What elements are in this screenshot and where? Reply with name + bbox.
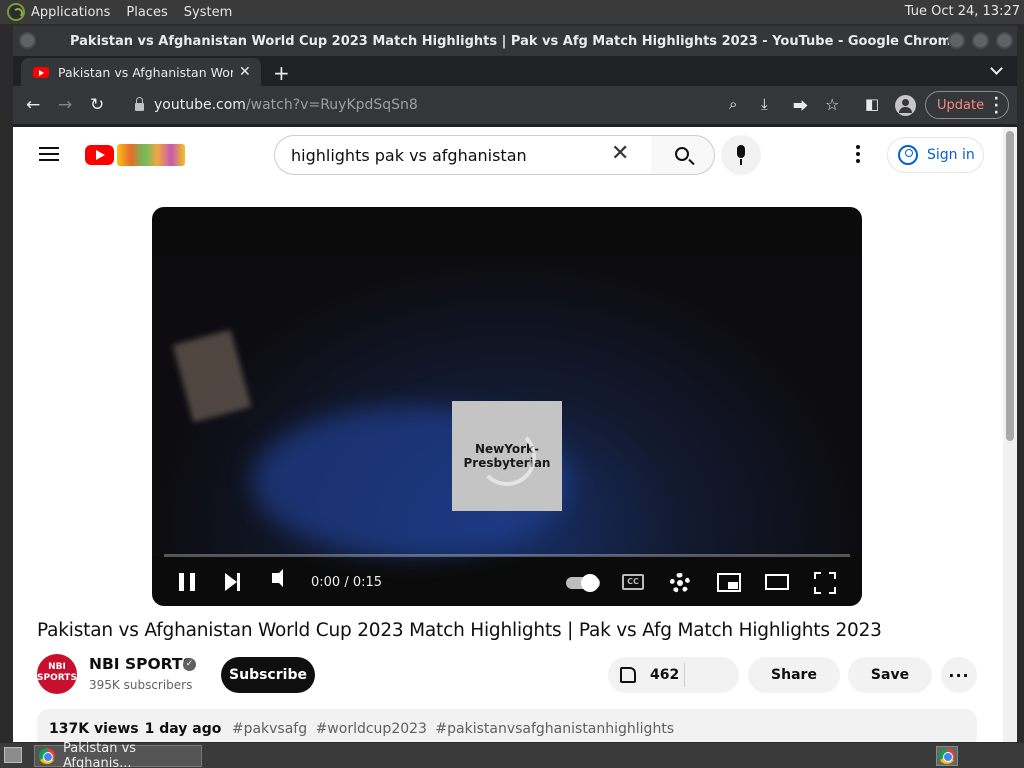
distro-logo-icon[interactable]: [7, 3, 25, 21]
tray-chrome-launcher[interactable]: [936, 746, 958, 766]
next-video-icon[interactable]: [225, 573, 240, 591]
like-dislike-divider: [684, 663, 685, 687]
captions-icon[interactable]: CC: [622, 574, 644, 590]
video-frame[interactable]: NewYork-Presbyterian: [152, 256, 862, 556]
menu-places[interactable]: Places: [126, 5, 167, 20]
settings-gear-icon[interactable]: [670, 573, 690, 593]
url-host: youtube.com: [154, 97, 246, 113]
menu-applications[interactable]: Applications: [31, 5, 110, 20]
subscriber-count: 395K subscribers: [89, 678, 193, 692]
subscribe-button[interactable]: Subscribe: [221, 657, 315, 693]
window-titlebar[interactable]: Pakistan vs Afghanistan World Cup 2023 M…: [13, 26, 1017, 56]
theater-mode-icon[interactable]: [765, 574, 789, 590]
reload-icon[interactable]: ↻: [90, 95, 104, 115]
youtube-page: highlights pak vs afghanistan ✕ Sign in …: [13, 127, 1017, 742]
youtube-doodle[interactable]: [117, 144, 185, 166]
hamburger-menu-icon[interactable]: [39, 147, 59, 161]
show-desktop-icon[interactable]: [4, 747, 22, 763]
share-icon[interactable]: ⮕: [793, 95, 808, 116]
taskbar-window-label: Pakistan vs Afghanis...: [63, 741, 137, 768]
progress-bar[interactable]: [164, 554, 850, 557]
install-app-icon[interactable]: ⤓: [761, 95, 768, 113]
taskbar-window-button[interactable]: Pakistan vs Afghanis...: [34, 741, 202, 768]
loading-spinner-icon: [478, 428, 536, 486]
scrollbar-thumb[interactable]: [1006, 131, 1014, 441]
lock-icon[interactable]: [135, 97, 144, 111]
miniplayer-icon[interactable]: [717, 573, 741, 592]
chrome-icon: [39, 748, 55, 764]
channel-avatar[interactable]: NBI SPORTS: [37, 654, 77, 694]
pause-icon[interactable]: [179, 573, 195, 591]
tab-strip: Pakistan vs Afghanistan World Cup 2023 M…: [13, 56, 1017, 86]
upload-age: 1 day ago: [144, 721, 222, 737]
video-scene-shape: [172, 329, 252, 423]
clock[interactable]: Tue Oct 24, 13:27: [905, 4, 1020, 19]
tab-youtube[interactable]: Pakistan vs Afghanistan World Cup 2023 M…: [21, 58, 261, 86]
search-icon: [675, 147, 689, 161]
minimize-icon[interactable]: [948, 32, 965, 49]
window-title: Pakistan vs Afghanistan World Cup 2023 M…: [69, 33, 961, 49]
new-tab-button[interactable]: +: [273, 61, 290, 85]
hashtag-link[interactable]: #worldcup2023: [316, 721, 427, 737]
search-input[interactable]: highlights pak vs afghanistan: [274, 135, 652, 175]
search-button[interactable]: [651, 135, 715, 175]
search-input-value: highlights pak vs afghanistan: [291, 145, 527, 165]
clear-search-icon[interactable]: ✕: [611, 141, 629, 166]
hashtag-link[interactable]: #pakistanvsafghanistanhighlights: [435, 721, 674, 737]
youtube-header: highlights pak vs afghanistan ✕ Sign in: [13, 127, 1003, 183]
update-button[interactable]: Update · · ·: [925, 91, 1009, 120]
update-label: Update: [937, 97, 985, 113]
chrome-menu-icon[interactable]: · · ·: [994, 92, 999, 120]
video-title: Pakistan vs Afghanistan World Cup 2023 M…: [37, 620, 882, 641]
browser-window: Pakistan vs Afghanistan World Cup 2023 M…: [13, 26, 1017, 742]
back-arrow-icon[interactable]: ←: [26, 95, 40, 115]
autoplay-toggle[interactable]: [566, 574, 600, 592]
profile-avatar-icon[interactable]: [895, 95, 916, 116]
more-actions-button[interactable]: ···: [941, 657, 977, 693]
os-taskbar: Pakistan vs Afghanis...: [0, 741, 1024, 768]
browser-toolbar: ← → ↻ youtube.com/watch?v=RuyKpdSqSn8 ⌕ …: [13, 86, 1017, 124]
youtube-favicon-icon: [33, 66, 49, 78]
fullscreen-icon[interactable]: [814, 572, 836, 594]
save-button[interactable]: Save: [848, 657, 932, 693]
settings-kebab-icon[interactable]: [856, 145, 860, 163]
like-button[interactable]: 462: [608, 657, 739, 693]
hashtag-link[interactable]: #pakvsafg: [232, 721, 307, 737]
chrome-icon: [939, 748, 955, 764]
time-display: 0:00 / 0:15: [311, 575, 383, 590]
volume-icon[interactable]: [272, 569, 283, 587]
sign-in-button[interactable]: Sign in: [887, 137, 984, 173]
tab-close-icon[interactable]: ✕: [239, 64, 251, 80]
view-count: 137K views: [49, 721, 139, 737]
window-menu-icon[interactable]: [19, 32, 36, 49]
forward-arrow-icon[interactable]: →: [58, 95, 72, 115]
tab-title: Pakistan vs Afghanistan World Cup 2023 M…: [58, 64, 233, 80]
verified-check-icon: ✓: [183, 658, 196, 671]
side-panel-icon[interactable]: ◧: [865, 95, 879, 113]
voice-search-mic-icon[interactable]: [721, 135, 761, 175]
video-player[interactable]: NewYork-Presbyterian 0:00 / 0:15 CC: [152, 207, 862, 606]
close-window-icon[interactable]: [996, 32, 1013, 49]
url-path: /watch?v=RuyKpdSqSn8: [245, 97, 418, 113]
bookmark-star-icon[interactable]: ☆: [825, 95, 839, 114]
account-circle-icon: [898, 145, 918, 165]
url-text: youtube.com/watch?v=RuyKpdSqSn8: [154, 97, 418, 113]
channel-name[interactable]: NBI SPORTS: [89, 655, 194, 673]
menu-system[interactable]: System: [184, 5, 232, 20]
description-box[interactable]: 137K views 1 day ago #pakvsafg #worldcup2…: [37, 709, 977, 742]
page-scrollbar[interactable]: [1003, 127, 1017, 742]
tab-search-chevron-icon[interactable]: [990, 62, 1003, 75]
zoom-search-icon[interactable]: ⌕: [729, 95, 737, 113]
player-controls: 0:00 / 0:15 CC: [152, 559, 862, 603]
sign-in-label: Sign in: [927, 147, 975, 163]
share-button[interactable]: Share: [748, 657, 840, 693]
thumbs-up-icon: [620, 667, 636, 683]
maximize-icon[interactable]: [972, 32, 989, 49]
like-count: 462: [650, 667, 680, 683]
youtube-logo-icon[interactable]: [85, 145, 114, 165]
os-top-panel: Applications Places System Tue Oct 24, 1…: [0, 0, 1024, 24]
